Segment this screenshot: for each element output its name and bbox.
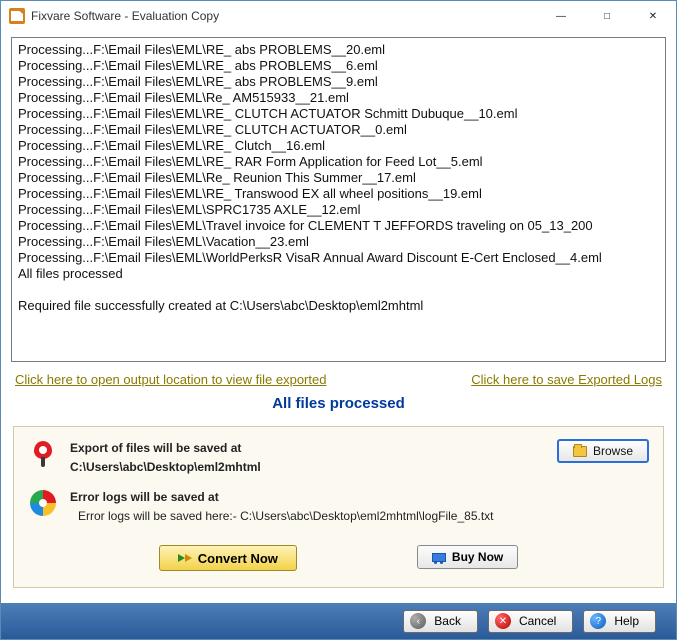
log-line: Processing...F:\Email Files\EML\Re_ AM51… <box>18 90 659 106</box>
errors-path: Error logs will be saved here:- C:\Users… <box>70 507 494 526</box>
help-button[interactable]: ? Help <box>583 610 656 633</box>
cancel-button[interactable]: ✕ Cancel <box>488 610 573 633</box>
cancel-label: Cancel <box>519 614 556 628</box>
open-output-link[interactable]: Click here to open output location to vi… <box>15 372 326 387</box>
back-arrow-icon: ‹ <box>410 613 426 629</box>
log-line: Processing...F:\Email Files\EML\RE_ Clut… <box>18 138 659 154</box>
help-icon: ? <box>590 613 606 629</box>
footer-bar: ‹ Back ✕ Cancel ? Help <box>1 603 676 639</box>
log-line: Processing...F:\Email Files\EML\SPRC1735… <box>18 202 659 218</box>
minimize-button[interactable]: — <box>538 1 584 31</box>
log-line: Processing...F:\Email Files\EML\RE_ Tran… <box>18 186 659 202</box>
save-logs-link[interactable]: Click here to save Exported Logs <box>471 372 662 387</box>
export-path: C:\Users\abc\Desktop\eml2mhtml <box>70 460 261 474</box>
browse-button[interactable]: Browse <box>557 439 649 463</box>
location-pin-icon <box>33 441 53 467</box>
cart-icon <box>432 551 446 563</box>
convert-now-button[interactable]: Convert Now <box>159 545 297 571</box>
log-line: Processing...F:\Email Files\EML\Vacation… <box>18 234 659 250</box>
errors-label: Error logs will be saved at <box>70 490 219 504</box>
log-line: Processing...F:\Email Files\EML\WorldPer… <box>18 250 659 266</box>
settings-panel: Export of files will be saved at C:\User… <box>13 426 664 588</box>
convert-label: Convert Now <box>198 551 278 566</box>
buy-label: Buy Now <box>452 550 503 564</box>
app-icon <box>9 8 25 24</box>
folder-icon <box>573 446 587 457</box>
log-line: Processing...F:\Email Files\EML\RE_ CLUT… <box>18 122 659 138</box>
status-text: All files processed <box>11 391 666 426</box>
log-line: Required file successfully created at C:… <box>18 298 659 314</box>
log-line: All files processed <box>18 266 659 282</box>
window-title: Fixvare Software - Evaluation Copy <box>31 9 219 23</box>
back-button[interactable]: ‹ Back <box>403 610 478 633</box>
back-label: Back <box>434 614 461 628</box>
pie-chart-icon <box>30 490 56 516</box>
close-button[interactable]: ✕ <box>630 1 676 31</box>
log-line <box>18 282 659 298</box>
log-line: Processing...F:\Email Files\EML\RE_ abs … <box>18 42 659 58</box>
log-line: Processing...F:\Email Files\EML\RE_ abs … <box>18 58 659 74</box>
log-line: Processing...F:\Email Files\EML\RE_ CLUT… <box>18 106 659 122</box>
title-bar: Fixvare Software - Evaluation Copy — □ ✕ <box>1 1 676 31</box>
export-label: Export of files will be saved at <box>70 441 241 455</box>
log-line: Processing...F:\Email Files\EML\RE_ RAR … <box>18 154 659 170</box>
log-output[interactable]: Processing...F:\Email Files\EML\RE_ abs … <box>11 37 666 362</box>
browse-label: Browse <box>593 444 633 458</box>
help-label: Help <box>614 614 639 628</box>
buy-now-button[interactable]: Buy Now <box>417 545 518 569</box>
maximize-button[interactable]: □ <box>584 1 630 31</box>
convert-icon <box>178 551 192 565</box>
log-line: Processing...F:\Email Files\EML\RE_ abs … <box>18 74 659 90</box>
cancel-icon: ✕ <box>495 613 511 629</box>
log-line: Processing...F:\Email Files\EML\Re_ Reun… <box>18 170 659 186</box>
log-line: Processing...F:\Email Files\EML\Travel i… <box>18 218 659 234</box>
